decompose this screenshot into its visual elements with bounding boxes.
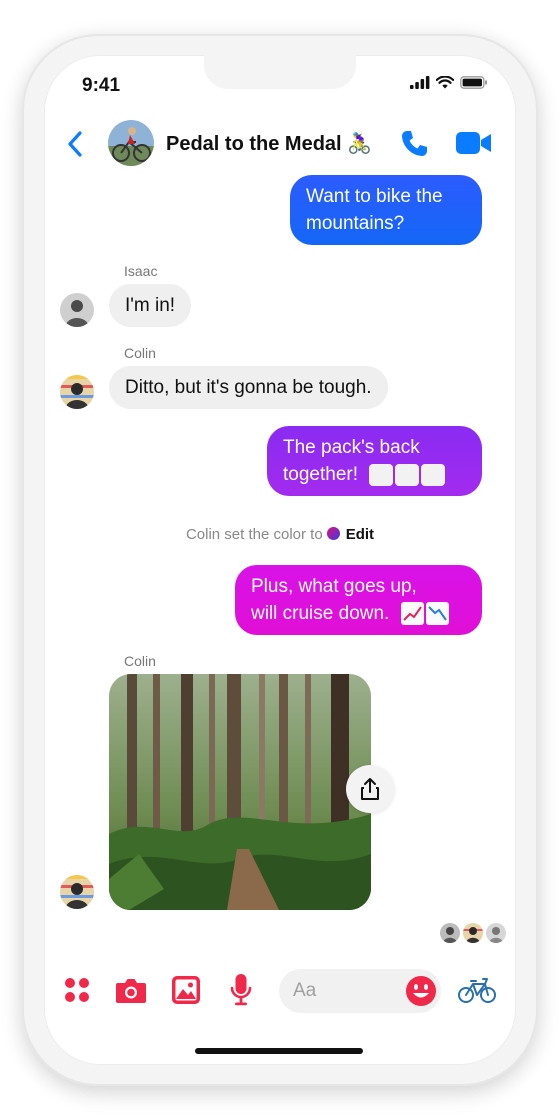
bicycle-icon[interactable] (458, 975, 496, 1005)
group-avatar[interactable] (108, 120, 154, 166)
message-bubble-outgoing[interactable]: Plus, what goes up, will cruise down. (235, 565, 482, 635)
message-text: I'm in! (125, 295, 176, 316)
signal-icon (410, 76, 430, 89)
sender-name: Isaac (124, 263, 158, 279)
group-title-text: Pedal to the Medal (166, 133, 342, 155)
cyclist-emoji-icon (421, 463, 446, 486)
theme-color-dot-icon (326, 527, 340, 540)
forest-trail-photo[interactable] (109, 674, 371, 910)
system-message: Colin set the color to Edit (44, 526, 516, 543)
avatar-colin[interactable] (60, 375, 94, 409)
message-text-line: Plus, what goes up, (251, 576, 417, 597)
home-indicator[interactable] (195, 1048, 363, 1054)
emoji-icon[interactable] (405, 975, 437, 1007)
cyclist-emoji: 🚴‍♀️ (347, 133, 373, 155)
phone-call-icon[interactable] (398, 128, 430, 160)
message-text-word: together! (283, 464, 358, 485)
apps-icon[interactable] (64, 977, 90, 1003)
message-bubble-outgoing[interactable]: Want to bike the mountains? (290, 175, 482, 245)
cyclist-emoji-icon (395, 463, 420, 486)
message-text-line: will cruise down. (251, 600, 466, 627)
read-receipt-avatar (486, 923, 506, 943)
gallery-icon[interactable] (171, 975, 201, 1005)
chart-increasing-icon (400, 602, 424, 626)
message-text-line: The pack's back (283, 437, 420, 458)
message-input-field[interactable] (279, 969, 441, 1013)
cyclists-emoji (369, 463, 446, 486)
share-button[interactable] (346, 765, 394, 813)
group-title[interactable]: Pedal to the Medal 🚴‍♀️ (166, 131, 372, 156)
read-receipts (440, 923, 506, 943)
message-text: Ditto, but it's gonna be tough. (125, 377, 372, 398)
read-receipt-avatar (440, 923, 460, 943)
message-bubble-incoming[interactable]: Ditto, but it's gonna be tough. (109, 366, 388, 409)
avatar-colin[interactable] (60, 875, 94, 909)
status-time: 9:41 (82, 75, 121, 96)
status-bar: 9:41 (44, 55, 516, 115)
message-composer (44, 963, 516, 1019)
phone-screen: 9:41 (44, 55, 516, 1065)
chat-header: Pedal to the Medal 🚴‍♀️ (44, 115, 516, 173)
battery-icon (460, 76, 487, 89)
message-bubble-outgoing[interactable]: The pack's back together! (267, 426, 482, 496)
message-text-word: will cruise down. (251, 603, 390, 624)
microphone-icon[interactable] (230, 973, 252, 1007)
camera-icon[interactable] (115, 976, 147, 1004)
chart-decreasing-icon (425, 602, 449, 626)
edit-color-link[interactable]: Edit (346, 526, 374, 543)
video-call-icon[interactable] (456, 131, 492, 155)
share-icon (361, 778, 379, 800)
chart-emoji (400, 602, 449, 626)
system-message-text: Colin set the color to (185, 526, 323, 543)
cyclist-emoji-icon (369, 463, 394, 486)
message-bubble-incoming[interactable]: I'm in! (109, 284, 192, 327)
read-receipt-avatar (463, 923, 483, 943)
avatar-isaac[interactable] (60, 293, 94, 327)
sender-name: Colin (124, 345, 156, 361)
message-input[interactable] (293, 969, 403, 1013)
message-text-line: Want to bike the (306, 186, 443, 207)
back-chevron-icon[interactable] (64, 129, 86, 159)
message-text-line: together! (283, 461, 466, 488)
status-icons (410, 76, 488, 89)
message-text-line: mountains? (306, 213, 405, 234)
sender-name: Colin (124, 653, 156, 669)
wifi-icon (436, 76, 454, 89)
